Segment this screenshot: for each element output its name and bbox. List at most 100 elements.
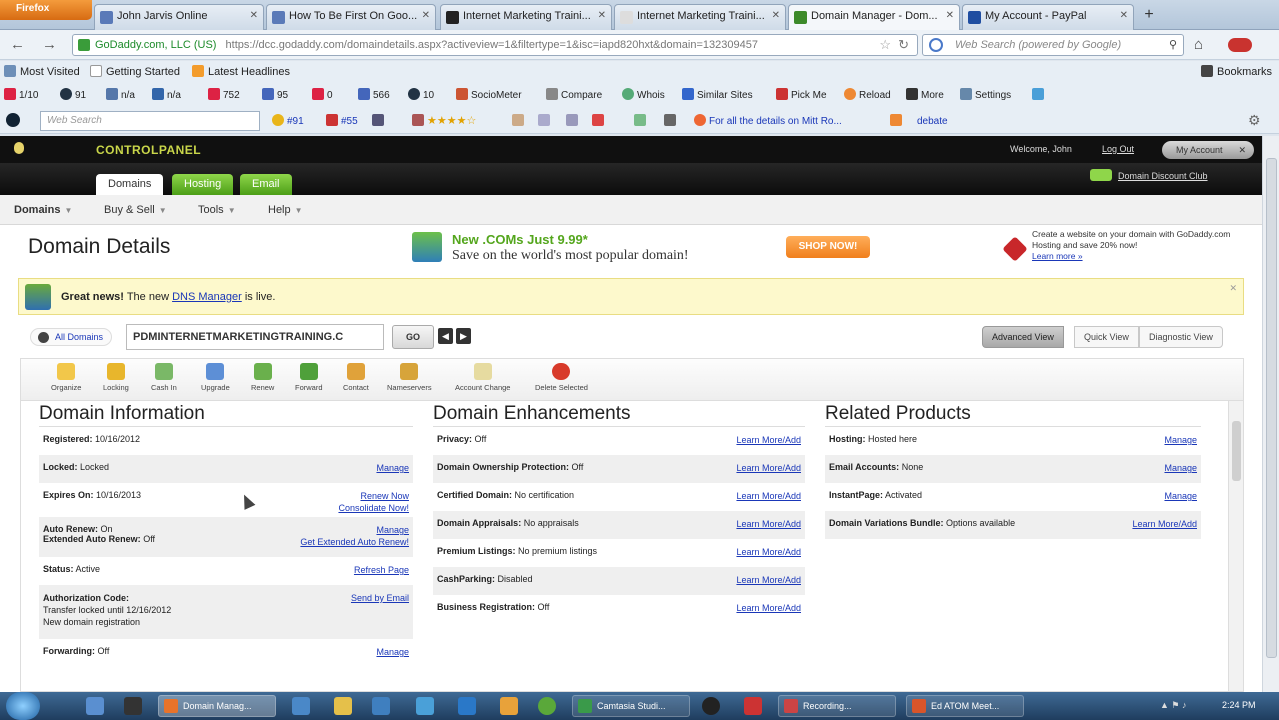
close-tab-icon[interactable]: ✕ [250,10,258,21]
addon-icon[interactable] [1228,38,1252,52]
page-scrollbar[interactable] [1262,136,1279,692]
learn-more-add-link[interactable]: Learn More/Add [736,574,801,586]
menu-domains[interactable]: Domains ▼ [14,204,72,216]
all-domains-link[interactable]: All Domains [30,328,113,346]
learn-more-add-link[interactable]: Learn More/Add [736,490,801,502]
next-domain-icon[interactable]: ▶ [456,328,471,344]
taskbar-firefox-window[interactable]: Domain Manag... [158,695,276,717]
panel-scrollbar[interactable] [1228,401,1243,691]
tab-domains[interactable]: Domains [96,174,164,195]
firefox-menu-button[interactable]: Firefox [0,0,92,20]
close-tab-icon[interactable]: ✕ [946,10,954,21]
domain-selector-input[interactable]: PDMINTERNETMARKETINGTRAINING.C [126,324,384,350]
app-icon[interactable] [292,697,310,715]
start-button[interactable] [6,692,40,720]
manage-hosting-link[interactable]: Manage [1164,434,1197,446]
account-change-action[interactable]: Account Change [455,363,510,392]
clock[interactable]: 2:24 PM [1222,700,1256,710]
learn-more-add-link[interactable]: Learn More/Add [736,518,801,530]
learn-more-add-link[interactable]: Learn More/Add [736,434,801,446]
search-icon[interactable]: ⚲ [1169,35,1177,55]
learn-more-link[interactable]: Learn more » [1032,251,1083,261]
link-tool-icon[interactable] [372,114,387,127]
forward-action[interactable]: Forward [295,363,323,392]
ssl-site-identity[interactable]: GoDaddy.com, LLC (US) [95,39,216,51]
browser-tab[interactable]: John Jarvis Online ✕ [94,4,264,30]
compare-button[interactable]: Compare [546,88,602,101]
tab-email[interactable]: Email [240,174,292,195]
app-icon[interactable] [416,697,434,715]
more-button[interactable]: More [906,88,944,101]
manage-email-link[interactable]: Manage [1164,462,1197,474]
learn-more-add-link[interactable]: Learn More/Add [1132,518,1197,530]
locking-action[interactable]: Locking [103,363,129,392]
ie-icon[interactable] [86,697,104,715]
new-tab-button[interactable]: + [1138,5,1160,27]
manage-instantpage-link[interactable]: Manage [1164,490,1197,502]
menu-help[interactable]: Help ▼ [268,204,303,216]
previous-domain-icon[interactable]: ◀ [438,328,453,344]
web-search-box[interactable]: Web Search (powered by Google) ⚲ [922,34,1184,56]
rating-item[interactable]: ★★★★☆ [412,114,476,127]
bookmark-latest-headlines[interactable]: Latest Headlines [192,65,290,78]
metric-item[interactable]: n/a [106,88,135,101]
metric-item[interactable]: n/a [152,88,181,101]
advanced-view-button[interactable]: Advanced View [982,326,1064,348]
menu-buy-sell[interactable]: Buy & Sell ▼ [104,204,167,216]
bookmarks-menu[interactable]: Bookmarks [1201,65,1272,78]
app-icon[interactable] [702,697,720,715]
manage-forwarding-link[interactable]: Manage [376,646,409,658]
bookmark-most-visited[interactable]: Most Visited [4,65,80,78]
bookmark-getting-started[interactable]: Getting Started [90,65,180,78]
settings-button[interactable]: Settings [960,88,1011,101]
back-arrow-icon[interactable]: ← [10,36,25,53]
pages-icon[interactable] [538,114,553,127]
toolbar-logo-icon[interactable] [6,113,23,128]
close-tab-icon[interactable]: ✕ [772,10,780,21]
browser-tab[interactable]: Internet Marketing Traini... ✕ [440,4,612,30]
taskbar-recording-window[interactable]: Recording... [778,695,896,717]
chrome-icon[interactable] [538,697,556,715]
page-scrollbar-thumb[interactable] [1266,158,1277,658]
learn-more-add-link[interactable]: Learn More/Add [736,602,801,614]
browser-tab[interactable]: My Account - PayPal ✕ [962,4,1134,30]
similar-sites-button[interactable]: Similar Sites [682,88,753,101]
toolbar-search-input[interactable]: Web Search [40,111,260,131]
logout-link[interactable]: Log Out [1102,144,1134,154]
close-tab-icon[interactable]: ✕ [598,10,606,21]
whois-button[interactable]: Whois [622,88,665,101]
close-tab-icon[interactable]: ✕ [1120,10,1128,21]
bookmark-star-icon[interactable]: ☆ [879,35,891,55]
metric-item[interactable]: 566 [358,88,390,101]
mail-icon[interactable] [592,114,607,127]
pagerank-item[interactable]: 1/10 [4,88,38,101]
godaddy-logo[interactable] [14,142,28,154]
app-icon[interactable] [458,697,476,715]
dns-manager-link[interactable]: DNS Manager [172,291,242,303]
shop-now-button[interactable]: SHOP NOW! [786,236,870,258]
reload-icon[interactable]: ↻ [898,35,909,55]
my-account-button[interactable]: My Account ✕ [1162,141,1254,159]
country-rank-item[interactable]: #55 [326,114,358,127]
home-icon[interactable]: ⌂ [1194,36,1203,53]
app-icon[interactable] [372,697,390,715]
browser-tab[interactable]: How To Be First On Goo... ✕ [266,4,436,30]
learn-more-add-link[interactable]: Learn More/Add [736,546,801,558]
reload-button[interactable]: Reload [844,88,891,101]
cash-in-action[interactable]: Cash In [151,363,177,392]
tab-hosting[interactable]: Hosting [172,174,234,195]
url-bar[interactable]: GoDaddy.com, LLC (US) https://dcc.godadd… [72,34,918,56]
manage-auto-renew-link[interactable]: Manage [300,524,409,536]
alexa-item[interactable]: 91 [60,88,86,101]
browser-tab[interactable]: Internet Marketing Traini... ✕ [614,4,786,30]
go-button[interactable]: GO [392,325,434,349]
diagnostic-view-button[interactable]: Diagnostic View [1139,326,1223,348]
browser-tab-active[interactable]: Domain Manager - Dom... ✕ [788,4,960,31]
folder-icon[interactable] [334,697,352,715]
taskbar-camtasia-window[interactable]: Camtasia Studi... [572,695,690,717]
consolidate-now-link[interactable]: Consolidate Now! [338,502,409,514]
taskbar-meeting-window[interactable]: Ed ATOM Meet... [906,695,1024,717]
learn-more-add-link[interactable]: Learn More/Add [736,462,801,474]
app-icon[interactable] [744,697,762,715]
gear-icon[interactable]: ⚙ [1248,112,1261,129]
